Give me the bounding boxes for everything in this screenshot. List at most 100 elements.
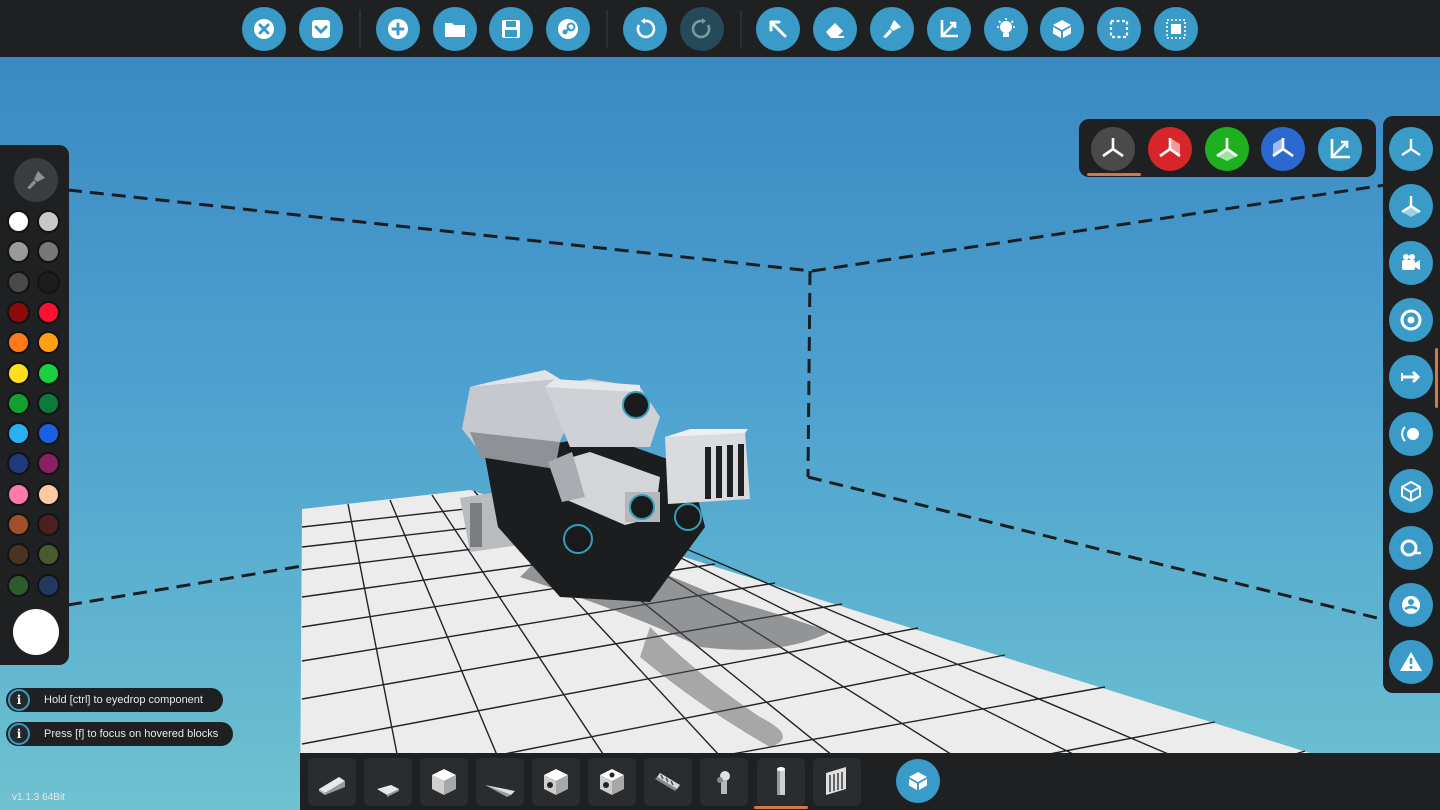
cube-hole-icon xyxy=(544,769,568,795)
hint-focus: i Press [f] to focus on hovered blocks xyxy=(6,722,233,746)
cube-block-icon xyxy=(432,769,456,795)
color-swatch[interactable] xyxy=(7,331,30,355)
erase-tool-button[interactable] xyxy=(813,7,857,51)
color-swatch[interactable] xyxy=(7,240,30,264)
axis-all-button[interactable] xyxy=(1091,127,1135,171)
new-button[interactable] xyxy=(376,7,420,51)
transform-tool-button[interactable] xyxy=(927,7,971,51)
chip-tool-button[interactable] xyxy=(1154,7,1198,51)
blocks-icon xyxy=(909,772,927,790)
color-swatch[interactable] xyxy=(37,391,60,415)
view-plane-button[interactable] xyxy=(1389,184,1433,228)
color-swatch[interactable] xyxy=(7,452,30,476)
color-swatch[interactable] xyxy=(37,331,60,355)
axis-z-button[interactable] xyxy=(1261,127,1305,171)
selection-box-icon xyxy=(1109,19,1129,39)
color-swatch[interactable] xyxy=(37,300,60,324)
axis-gizmo-panel xyxy=(1079,119,1376,177)
color-swatch[interactable] xyxy=(7,270,30,294)
color-swatch[interactable] xyxy=(37,513,60,536)
color-swatch[interactable] xyxy=(7,513,30,536)
toolbar-divider xyxy=(606,10,608,48)
steam-button[interactable] xyxy=(546,7,590,51)
color-swatch[interactable] xyxy=(7,422,30,446)
part-cube-hole[interactable] xyxy=(532,758,580,806)
color-swatch[interactable] xyxy=(7,210,30,233)
color-swatch[interactable] xyxy=(7,573,30,597)
view-axes-button[interactable] xyxy=(1389,127,1433,171)
part-cube-hole-dark[interactable] xyxy=(588,758,636,806)
target-icon xyxy=(1400,309,1422,331)
color-swatch[interactable] xyxy=(37,573,60,597)
axis-y-button[interactable] xyxy=(1205,127,1249,171)
part-pipe[interactable] xyxy=(644,758,692,806)
save-icon xyxy=(502,20,520,38)
color-swatch[interactable] xyxy=(37,361,60,385)
close-button[interactable] xyxy=(242,7,286,51)
plus-icon xyxy=(388,19,408,39)
part-long-wedge[interactable] xyxy=(476,758,524,806)
light-tool-button[interactable] xyxy=(984,7,1028,51)
save-button[interactable] xyxy=(489,7,533,51)
current-color[interactable] xyxy=(13,609,59,655)
warning-icon xyxy=(1400,652,1422,671)
part-cube[interactable] xyxy=(420,758,468,806)
blocks-icon xyxy=(1053,20,1071,38)
axis-free-button[interactable] xyxy=(1318,127,1362,171)
blocks-tool-button[interactable] xyxy=(1040,7,1084,51)
color-swatch[interactable] xyxy=(37,240,60,264)
menu-button[interactable] xyxy=(299,7,343,51)
open-button[interactable] xyxy=(433,7,477,51)
direction-button[interactable] xyxy=(1389,355,1433,399)
color-swatch[interactable] xyxy=(37,452,60,476)
part-wedge-block[interactable] xyxy=(308,758,356,806)
orbit-icon xyxy=(1401,426,1419,442)
undo-button[interactable] xyxy=(623,7,667,51)
pipe-icon xyxy=(655,773,680,791)
toolbar-divider xyxy=(740,10,742,48)
cursor-icon xyxy=(769,20,787,38)
close-icon xyxy=(254,19,274,39)
steam-icon xyxy=(558,19,578,39)
active-axis-indicator xyxy=(1087,173,1141,176)
color-swatch[interactable] xyxy=(7,391,30,415)
warning-button[interactable] xyxy=(1389,640,1433,684)
folder-icon xyxy=(445,23,465,37)
axes-tripod-icon xyxy=(1401,139,1421,156)
part-joint[interactable] xyxy=(700,758,748,806)
part-radiator[interactable] xyxy=(813,758,861,806)
marquee-tool-button[interactable] xyxy=(1097,7,1141,51)
axis-all-icon xyxy=(1102,138,1124,158)
paint-tool-button[interactable] xyxy=(870,7,914,51)
orbit-button[interactable] xyxy=(1389,412,1433,456)
color-swatch[interactable] xyxy=(7,300,30,324)
cylinder-icon xyxy=(777,767,785,795)
pivot-button[interactable] xyxy=(1389,583,1433,627)
cube-button[interactable] xyxy=(1389,469,1433,513)
color-swatch[interactable] xyxy=(7,543,30,567)
paint-mode-button[interactable] xyxy=(14,158,58,202)
color-swatch[interactable] xyxy=(37,270,60,294)
target-button[interactable] xyxy=(1389,298,1433,342)
redo-button[interactable] xyxy=(680,7,724,51)
color-swatch[interactable] xyxy=(37,210,60,233)
build-mode-button[interactable] xyxy=(896,759,940,803)
camera-button[interactable] xyxy=(1389,241,1433,285)
part-cylinder[interactable] xyxy=(757,758,805,806)
color-swatch[interactable] xyxy=(7,361,30,385)
part-flat-wedge[interactable] xyxy=(364,758,412,806)
axis-x-button[interactable] xyxy=(1148,127,1192,171)
color-swatch[interactable] xyxy=(37,543,60,567)
cube-hole-dark-icon xyxy=(600,769,624,795)
plane-tripod-icon xyxy=(1401,196,1421,217)
select-tool-button[interactable] xyxy=(756,7,800,51)
measure-button[interactable] xyxy=(1389,526,1433,570)
scroll-indicator xyxy=(1435,348,1438,408)
selected-part-indicator xyxy=(754,806,808,809)
lightbulb-icon xyxy=(997,18,1015,37)
color-swatch[interactable] xyxy=(37,482,60,506)
redo-icon xyxy=(691,18,711,39)
color-swatch[interactable] xyxy=(7,482,30,506)
color-swatch[interactable] xyxy=(37,422,60,446)
info-icon: i xyxy=(8,723,30,745)
